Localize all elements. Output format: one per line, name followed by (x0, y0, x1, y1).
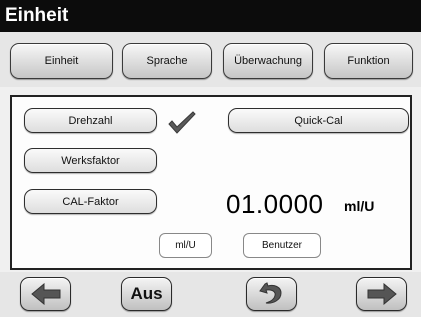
tab-einheit[interactable]: Einheit (10, 43, 113, 79)
quick-cal-button[interactable]: Quick-Cal (228, 108, 409, 133)
title-bar: Einheit (0, 0, 421, 32)
undo-arrow-icon (258, 282, 282, 304)
drehzahl-button[interactable]: Drehzahl (24, 108, 157, 133)
tab-funktion[interactable]: Funktion (324, 43, 413, 79)
unit-settings-panel: Drehzahl Quick-Cal Werksfaktor CAL-Fakto… (10, 95, 412, 270)
aus-button[interactable]: Aus (121, 277, 172, 311)
window-title: Einheit (5, 5, 69, 26)
unit-option-benutzer[interactable]: Benutzer (243, 233, 321, 258)
back-button[interactable] (20, 277, 71, 311)
tab-bar: Einheit Sprache Überwachung Funktion (0, 32, 421, 87)
checkmark-icon (168, 111, 196, 134)
tab-ueberwachung[interactable]: Überwachung (223, 43, 313, 79)
tab-sprache[interactable]: Sprache (122, 43, 212, 79)
calibration-value: 01.0000 (226, 189, 324, 219)
undo-button[interactable] (246, 277, 297, 311)
navigation-bar: Aus (0, 272, 421, 317)
werksfaktor-button[interactable]: Werksfaktor (24, 148, 157, 173)
aus-label: Aus (130, 284, 163, 303)
forward-button[interactable] (356, 277, 407, 311)
unit-option-mlu[interactable]: ml/U (159, 233, 212, 258)
arrow-left-icon (30, 283, 60, 305)
calibration-unit: ml/U (344, 198, 375, 214)
arrow-right-icon (367, 283, 397, 305)
cal-faktor-button[interactable]: CAL-Faktor (24, 189, 157, 214)
